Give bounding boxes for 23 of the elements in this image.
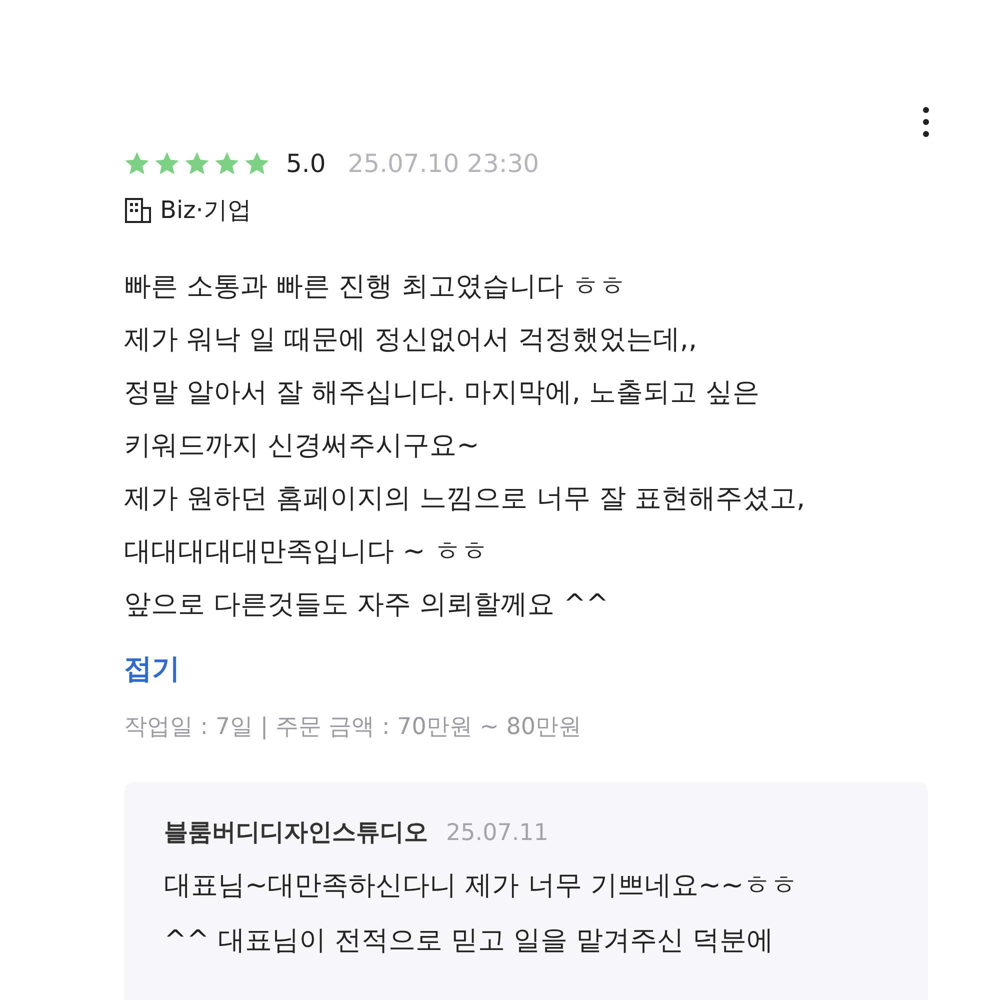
reply-date: 25.07.11: [446, 820, 548, 846]
review-text-line: 키워드까지 신경써주시구요~: [124, 429, 480, 463]
review-text-line: 대대대대대만족입니다 ~ ㅎㅎ: [124, 535, 489, 569]
review-text-line: 제가 원하던 홈페이지의 느낌으로 너무 잘 표현해주셨고,: [124, 482, 806, 516]
review-text-line: 빠른 소통과 빠른 진행 최고였습니다 ㅎㅎ: [124, 270, 627, 304]
reply-text-line: ^^ 대표님이 전적으로 믿고 일을 맡겨주신 덕분에: [164, 924, 775, 958]
review-date: 25.07.10 23:30: [348, 148, 540, 178]
rating-value: 5.0: [286, 148, 326, 178]
collapse-link[interactable]: 접기: [124, 649, 180, 689]
reply-text-line: 대표님~대만족하신다니 제가 너무 기쁘네요~~ㅎㅎ: [164, 869, 799, 903]
order-info: 작업일 : 7일 | 주문 금액 : 70만원 ~ 80만원: [124, 713, 582, 742]
company-type-label: Biz·기업: [160, 195, 252, 226]
star-icon: [214, 150, 240, 176]
review-text-line: 제가 워낙 일 때문에 정신없어서 걱정했었는데,,: [124, 323, 698, 357]
review-text-line: 정말 알아서 잘 해주십니다. 마지막에, 노출되고 싶은: [124, 376, 761, 410]
building-icon: [124, 196, 152, 224]
seller-name: 블룸버디디자인스튜디오: [164, 817, 428, 848]
star-icon: [154, 150, 180, 176]
more-options-icon[interactable]: [922, 106, 930, 138]
star-icon: [244, 150, 270, 176]
review-text-line: 앞으로 다른것들도 자주 의뢰할께요 ^^: [124, 588, 610, 622]
star-icon: [124, 150, 150, 176]
star-icon: [184, 150, 210, 176]
